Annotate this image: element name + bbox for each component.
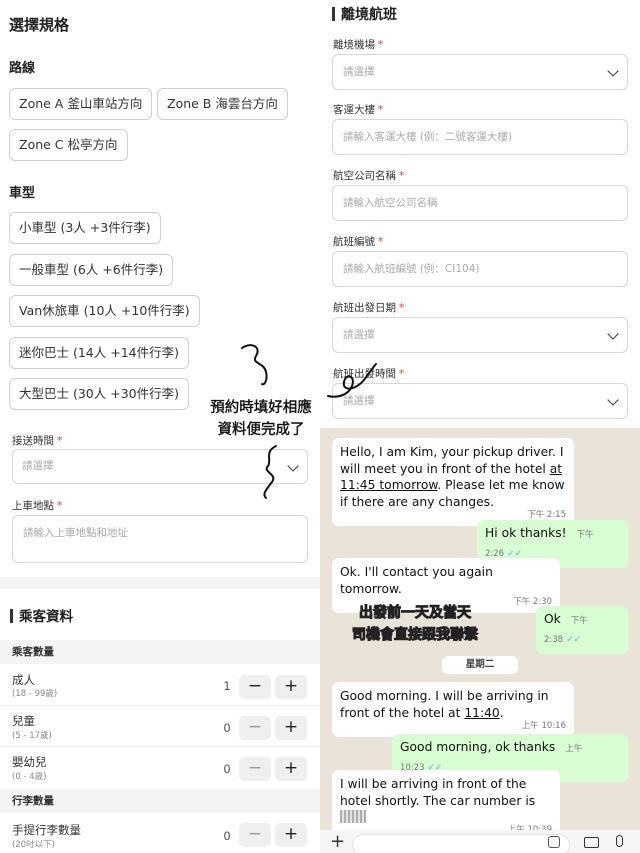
row-divider <box>0 746 320 747</box>
spec-title: 選擇規格 <box>9 16 70 34</box>
carry-on-minus-button[interactable]: − <box>239 823 271 847</box>
carry-on-count: 0 <box>223 829 231 843</box>
vehicle-option-small[interactable]: 小車型 (3人 +3件行李) <box>9 212 161 244</box>
terminal-placeholder: 請輸入客運大樓 (例：二號客運大樓) <box>343 131 513 143</box>
adult-range: (18 - 99歲) <box>12 689 58 699</box>
camera-icon[interactable] <box>584 837 599 848</box>
adult-plus-button[interactable]: + <box>275 675 307 699</box>
chevron-down-icon <box>607 328 619 340</box>
section-divider <box>0 577 320 589</box>
airport-select[interactable]: 請選擇 <box>332 54 628 90</box>
doodle-squiggle <box>263 445 277 499</box>
airline-label: 航空公司名稱 * <box>333 170 405 182</box>
airport-label: 離境機場 * <box>333 39 384 51</box>
child-minus-button[interactable]: − <box>239 716 271 740</box>
luggage-count-heading: 行李數量 <box>0 789 320 813</box>
infant-label: 嬰幼兒 <box>12 755 47 769</box>
message-time: 上午 10:16 <box>521 720 566 731</box>
departure-date-placeholder: 請選擇 <box>343 329 375 341</box>
vehicle-option-standard[interactable]: 一般車型 (6人 +6件行李) <box>9 254 174 286</box>
doodle-swirl <box>241 344 268 386</box>
route-option-zone-a[interactable]: Zone A 釜山車站方向 <box>9 88 153 120</box>
read-ticks-icon: ✓✓ <box>566 634 582 645</box>
flight-number-input[interactable]: 請輸入航班編號 (例：CI104) <box>332 251 628 287</box>
adult-minus-button[interactable]: − <box>239 675 271 699</box>
read-ticks-icon: ✓✓ <box>507 548 523 559</box>
microphone-icon[interactable] <box>616 835 623 847</box>
departure-date-select[interactable]: 請選擇 <box>332 317 628 353</box>
child-range: (5 - 17歲) <box>12 731 52 741</box>
carry-on-plus-button[interactable]: + <box>275 823 307 847</box>
route-heading: 路線 <box>9 61 36 76</box>
airline-input[interactable]: 請輸入航空公司名稱 <box>332 185 628 221</box>
chevron-down-icon <box>607 65 619 77</box>
chevron-down-icon <box>287 460 299 472</box>
airline-placeholder: 請輸入航空公司名稱 <box>343 197 438 209</box>
child-plus-button[interactable]: + <box>275 716 307 740</box>
flight-number-label: 航班編號 * <box>333 236 384 248</box>
infant-range: (0 - 4歲) <box>12 772 47 782</box>
pickup-time-label: 接送時間 * <box>12 435 63 447</box>
airport-placeholder: 請選擇 <box>343 66 375 78</box>
sticker-icon[interactable] <box>548 836 560 848</box>
message-input[interactable] <box>352 834 570 853</box>
passenger-count-heading: 乘客數量 <box>0 640 320 664</box>
child-label: 兒童 <box>12 714 35 728</box>
passenger-title: 乘客資料 <box>10 605 73 625</box>
terminal-input[interactable]: 請輸入客運大樓 (例：二號客運大樓) <box>332 119 628 155</box>
redacted-car-number <box>340 810 366 823</box>
infant-minus-button[interactable]: − <box>239 757 271 781</box>
infant-plus-button[interactable]: + <box>275 757 307 781</box>
chat-message-incoming: Hello, I am Kim, your pickup driver. I w… <box>332 438 574 526</box>
chat-message-outgoing: Ok 下午 2:38 ✓✓ <box>536 606 629 654</box>
child-count: 0 <box>223 721 231 735</box>
chat-message-incoming: Good morning. I will be arriving in fron… <box>332 682 574 737</box>
carry-on-label: 手提行李數量 <box>12 823 81 837</box>
departure-date-label: 航班出發日期 * <box>333 302 405 314</box>
handwritten-note-chat: 出發前一天及當天 司機會直接跟我聯繫 <box>352 605 479 644</box>
adult-count: 1 <box>223 679 231 693</box>
underlined-time: 11:40 <box>464 705 500 720</box>
adult-label: 成人 <box>12 673 35 687</box>
pickup-time-placeholder: 請選擇 <box>22 460 54 472</box>
flight-title: 離境航班 <box>332 4 397 24</box>
infant-count: 0 <box>223 762 231 776</box>
doodle-loop <box>327 363 377 398</box>
pickup-place-placeholder: 請輸入上車地點和地址 <box>23 527 128 539</box>
vehicle-heading: 車型 <box>9 186 36 201</box>
plus-icon[interactable]: + <box>330 831 345 852</box>
route-option-zone-c[interactable]: Zone C 松亭方向 <box>9 129 128 161</box>
handwritten-note-form: 預約時填好相應 資料便完成了 <box>210 400 312 438</box>
route-option-zone-b[interactable]: Zone B 海雲台方向 <box>157 88 288 120</box>
pickup-place-label: 上車地點 * <box>12 500 63 512</box>
flight-number-placeholder: 請輸入航班編號 (例：CI104) <box>343 263 480 275</box>
vehicle-option-bus[interactable]: 大型巴士 (30人 +30件行李) <box>9 378 189 410</box>
chat-compose-bar: + <box>320 830 640 853</box>
pickup-place-input[interactable]: 請輸入上車地點和地址 <box>12 515 308 563</box>
row-divider <box>0 705 320 706</box>
date-divider: 星期二 <box>442 656 518 674</box>
vehicle-option-van[interactable]: Van休旅車 (10人 +10件行李) <box>9 295 200 327</box>
chevron-down-icon <box>607 394 619 406</box>
vehicle-option-minibus[interactable]: 迷你巴士 (14人 +14件行李) <box>9 337 189 369</box>
terminal-label: 客運大樓 * <box>333 104 384 116</box>
carry-on-range: (20吋以下) <box>12 840 55 850</box>
